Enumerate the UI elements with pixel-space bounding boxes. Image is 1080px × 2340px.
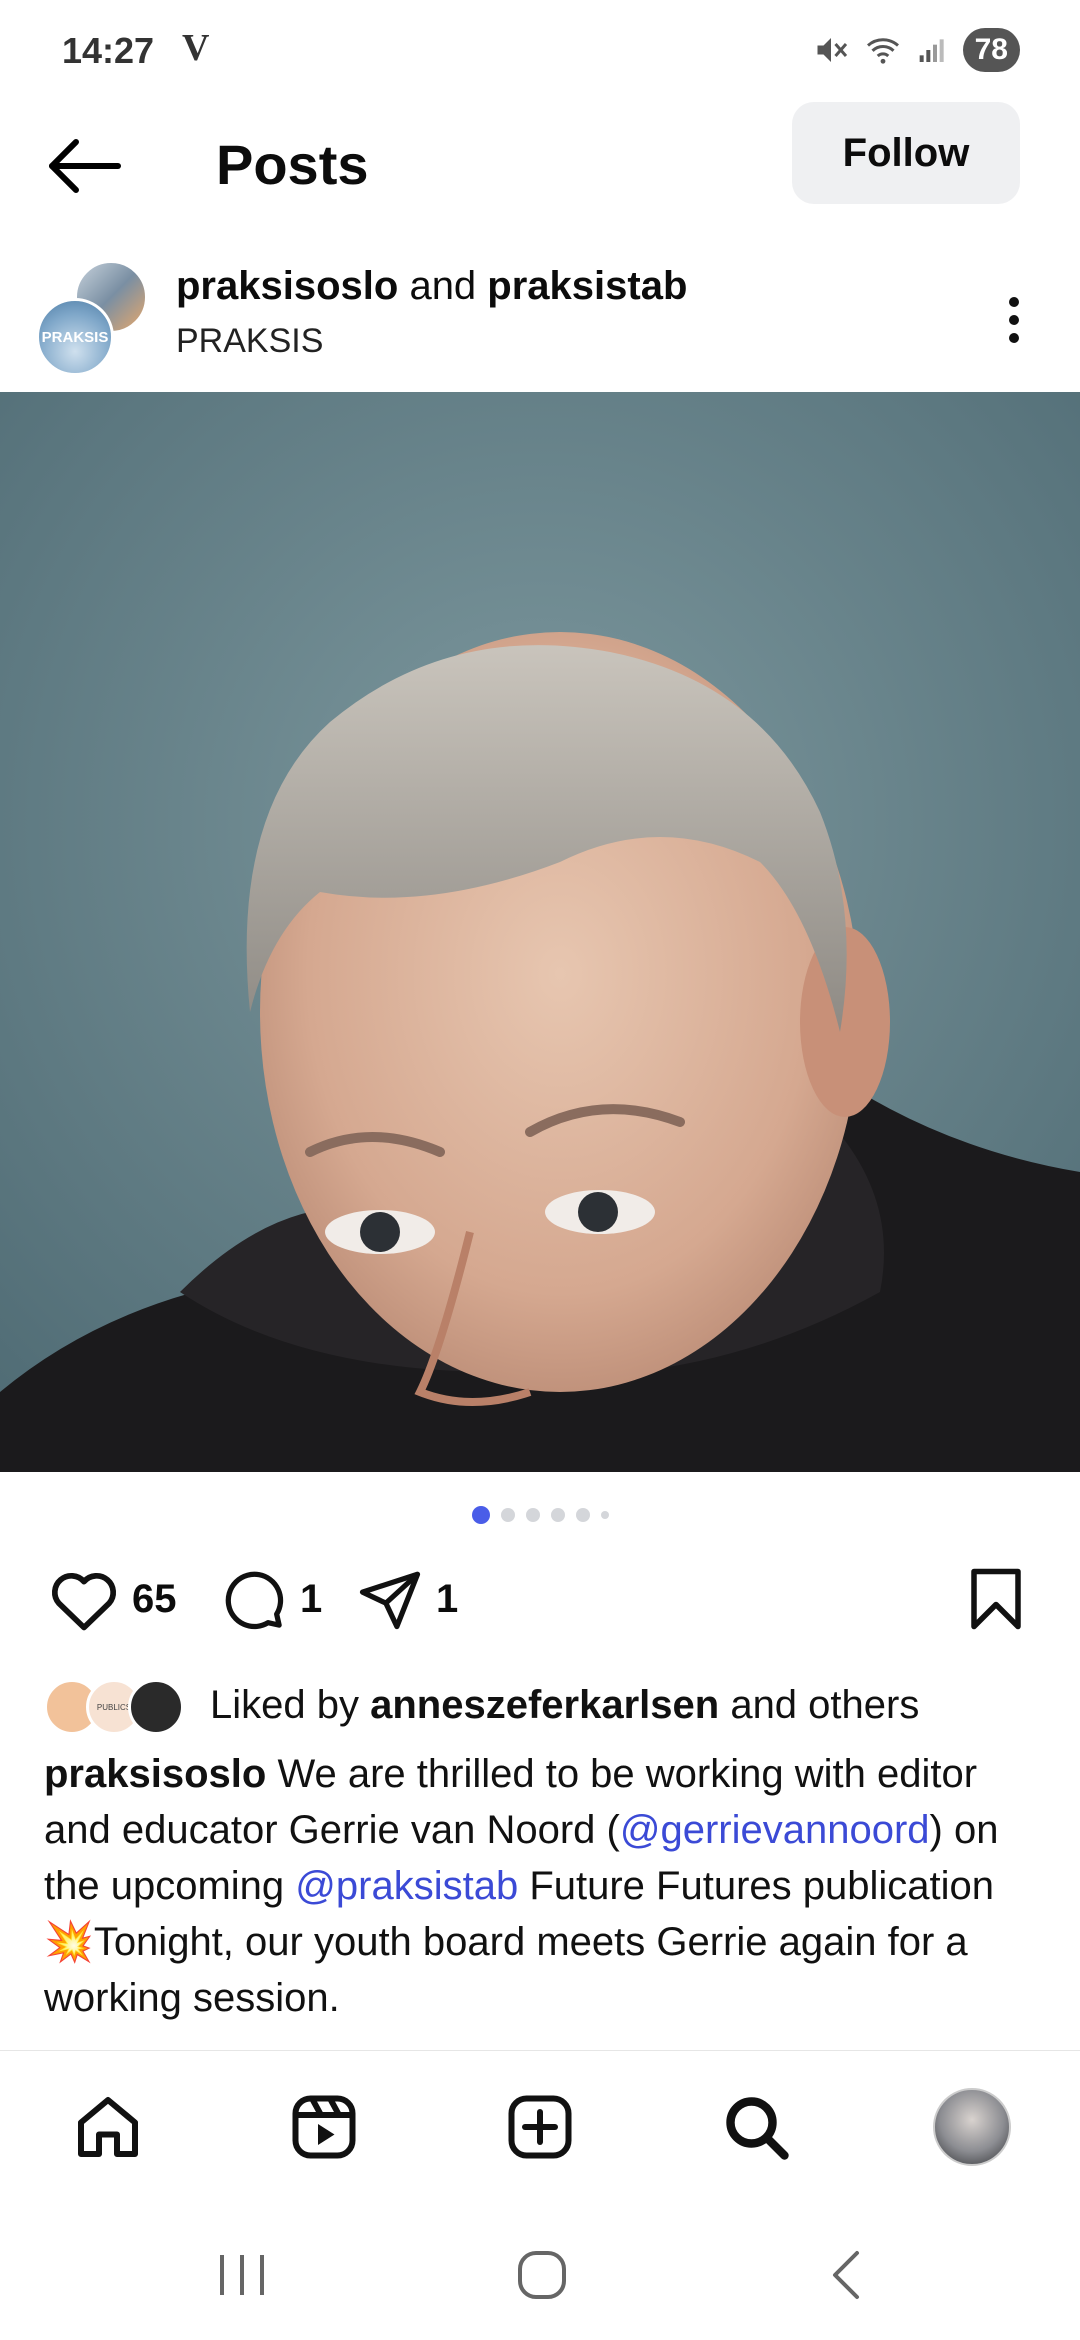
- post-caption: praksisoslo We are thrilled to be workin…: [44, 1746, 1044, 2026]
- more-vertical-icon: [1009, 297, 1019, 343]
- carousel-indicator: [0, 1506, 1080, 1524]
- bottom-navigation: [0, 2050, 1080, 2200]
- nav-profile[interactable]: [932, 2087, 1012, 2167]
- liked-by-prefix: Liked by: [210, 1682, 371, 1727]
- mute-icon: [817, 38, 847, 62]
- post-subtitle[interactable]: PRAKSIS: [176, 322, 323, 361]
- battery-level: 78: [962, 28, 1020, 72]
- collision-emoji: 💥: [44, 1920, 94, 1964]
- carousel-dot: [550, 1508, 565, 1522]
- nav-reels[interactable]: [284, 2087, 364, 2167]
- back-arrow-icon: [49, 139, 121, 193]
- system-navigation: [0, 2200, 1080, 2340]
- mention-gerrievannoord[interactable]: @gerrievannoord: [620, 1808, 930, 1852]
- carousel-dot: [525, 1508, 540, 1522]
- liked-by-text: Liked by anneszeferkarlsen and others: [210, 1683, 919, 1728]
- mention-praksistab[interactable]: @praksistab: [295, 1864, 518, 1908]
- create-icon: [508, 2095, 572, 2159]
- search-icon: [726, 2097, 789, 2160]
- nav-create[interactable]: [500, 2087, 580, 2167]
- wifi-icon: [866, 38, 899, 64]
- save-button[interactable]: [966, 1566, 1026, 1637]
- share-action[interactable]: 1: [356, 1566, 458, 1632]
- liked-by-user[interactable]: anneszeferkarlsen: [370, 1683, 719, 1727]
- liked-by-suffix[interactable]: and others: [719, 1683, 919, 1727]
- caption-text: Future Futures publication: [518, 1864, 995, 1908]
- comments-count: 1: [300, 1576, 323, 1621]
- signal-icon: [919, 39, 944, 62]
- more-options-button[interactable]: [996, 290, 1032, 350]
- like-action[interactable]: 65: [48, 1566, 177, 1632]
- status-icons: 78: [813, 28, 1020, 72]
- send-icon: [359, 1571, 421, 1630]
- carousel-dot: [575, 1508, 590, 1522]
- reels-icon: [292, 2095, 356, 2159]
- profile-avatar: [933, 2088, 1011, 2166]
- likes-count: 65: [132, 1576, 177, 1621]
- back-button[interactable]: [44, 136, 124, 196]
- recent-apps-icon: [220, 2255, 264, 2295]
- page-title: Posts: [216, 133, 369, 196]
- top-header: Posts Follow: [0, 100, 1080, 230]
- carrier-logo: V: [182, 27, 210, 69]
- carousel-dot: [600, 1511, 609, 1519]
- collab-avatars[interactable]: PRAKSIS: [36, 260, 156, 380]
- liker-avatar-text: PUBLICS: [96, 1702, 132, 1712]
- bookmark-icon: [971, 1568, 1021, 1630]
- caption-username[interactable]: praksisoslo: [44, 1752, 266, 1796]
- home-icon: [78, 2097, 138, 2157]
- author-joiner: and: [398, 264, 488, 308]
- avatar-praksisoslo: PRAKSIS: [36, 298, 114, 376]
- heart-icon: [52, 1573, 116, 1631]
- liker-avatars: PUBLICS: [44, 1675, 194, 1735]
- home-system-button[interactable]: [502, 2240, 582, 2310]
- liked-by-row[interactable]: PUBLICS Liked by anneszeferkarlsen and o…: [44, 1672, 1044, 1738]
- recent-apps-button[interactable]: [202, 2240, 282, 2310]
- avatar-logo-text: PRAKSIS: [41, 328, 109, 346]
- nav-search[interactable]: [716, 2087, 796, 2167]
- author-praksisoslo[interactable]: praksisoslo: [176, 264, 398, 308]
- carousel-dot-active: [471, 1506, 490, 1524]
- post-authors: praksisoslo and praksistab: [176, 264, 687, 309]
- back-system-button[interactable]: [806, 2240, 886, 2310]
- post-photo[interactable]: [0, 392, 1080, 1472]
- post-actions: 65 1 1: [0, 1560, 1080, 1640]
- follow-button[interactable]: Follow: [792, 102, 1020, 204]
- status-time: 14:27: [62, 30, 155, 71]
- nav-home[interactable]: [68, 2087, 148, 2167]
- portrait-image: [0, 392, 1080, 1472]
- status-bar: 14:27 V 78: [0, 0, 1080, 100]
- carousel-dot: [500, 1508, 515, 1522]
- liker-avatar: [128, 1679, 184, 1735]
- post-header: PRAKSIS praksisoslo and praksistab PRAKS…: [0, 250, 1080, 390]
- shares-count: 1: [436, 1576, 459, 1621]
- author-praksistab[interactable]: praksistab: [487, 264, 687, 308]
- chevron-left-icon: [833, 2251, 859, 2299]
- comment-action[interactable]: 1: [218, 1566, 322, 1632]
- caption-text: Tonight, our youth board meets Gerrie ag…: [44, 1920, 968, 2020]
- comment-icon: [225, 1571, 284, 1630]
- home-circle-icon: [518, 2251, 566, 2299]
